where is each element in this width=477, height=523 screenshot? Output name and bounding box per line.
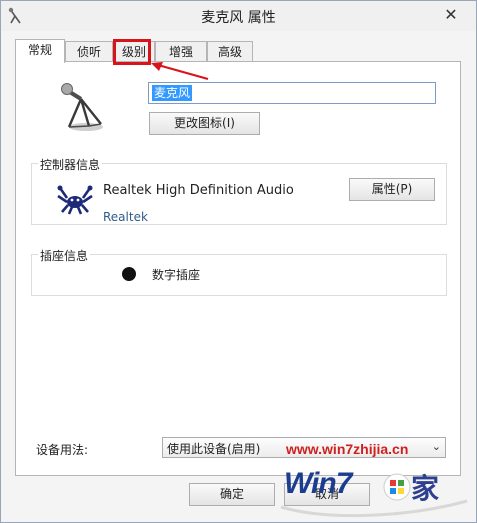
ok-button[interactable]: 确定 bbox=[189, 483, 275, 506]
watermark-word: Win7 bbox=[284, 467, 352, 500]
annotation-arrow-icon bbox=[151, 62, 209, 81]
jack-type: 数字插座 bbox=[152, 268, 201, 282]
tab-listen[interactable]: 侦听 bbox=[65, 41, 113, 63]
realtek-crab-icon bbox=[56, 184, 94, 216]
device-name-input[interactable]: 麦克风 bbox=[148, 82, 436, 104]
jack-info-label: 插座信息 bbox=[38, 247, 91, 264]
device-name-value: 麦克风 bbox=[152, 85, 193, 101]
microphone-device-icon bbox=[59, 81, 109, 133]
close-button[interactable]: ✕ bbox=[436, 5, 466, 25]
title-bar: 麦克风 属性 ✕ bbox=[1, 1, 476, 31]
controller-properties-button[interactable]: 属性(P) bbox=[349, 178, 435, 201]
controller-name: Realtek High Definition Audio bbox=[103, 183, 294, 198]
jack-info-group bbox=[31, 254, 447, 296]
controller-info-label: 控制器信息 bbox=[38, 156, 103, 173]
device-usage-label: 设备用法: bbox=[36, 443, 89, 457]
watermark-url: www.win7zhijia.cn bbox=[286, 441, 409, 457]
device-usage-value: 使用此设备(启用) bbox=[167, 442, 261, 456]
properties-window: 麦克风 属性 ✕ 常规 侦听 级别 增强 高级 麦克风 更改图标(I) 控制器信… bbox=[0, 0, 477, 523]
controller-vendor: Realtek bbox=[103, 210, 148, 224]
watermark-suffix: 家 bbox=[411, 472, 440, 505]
jack-dot-icon bbox=[122, 267, 136, 281]
change-icon-button[interactable]: 更改图标(I) bbox=[149, 112, 260, 135]
tab-general[interactable]: 常规 bbox=[15, 39, 65, 63]
window-title: 麦克风 属性 bbox=[201, 10, 276, 26]
chevron-down-icon: ⌄ bbox=[431, 440, 441, 453]
